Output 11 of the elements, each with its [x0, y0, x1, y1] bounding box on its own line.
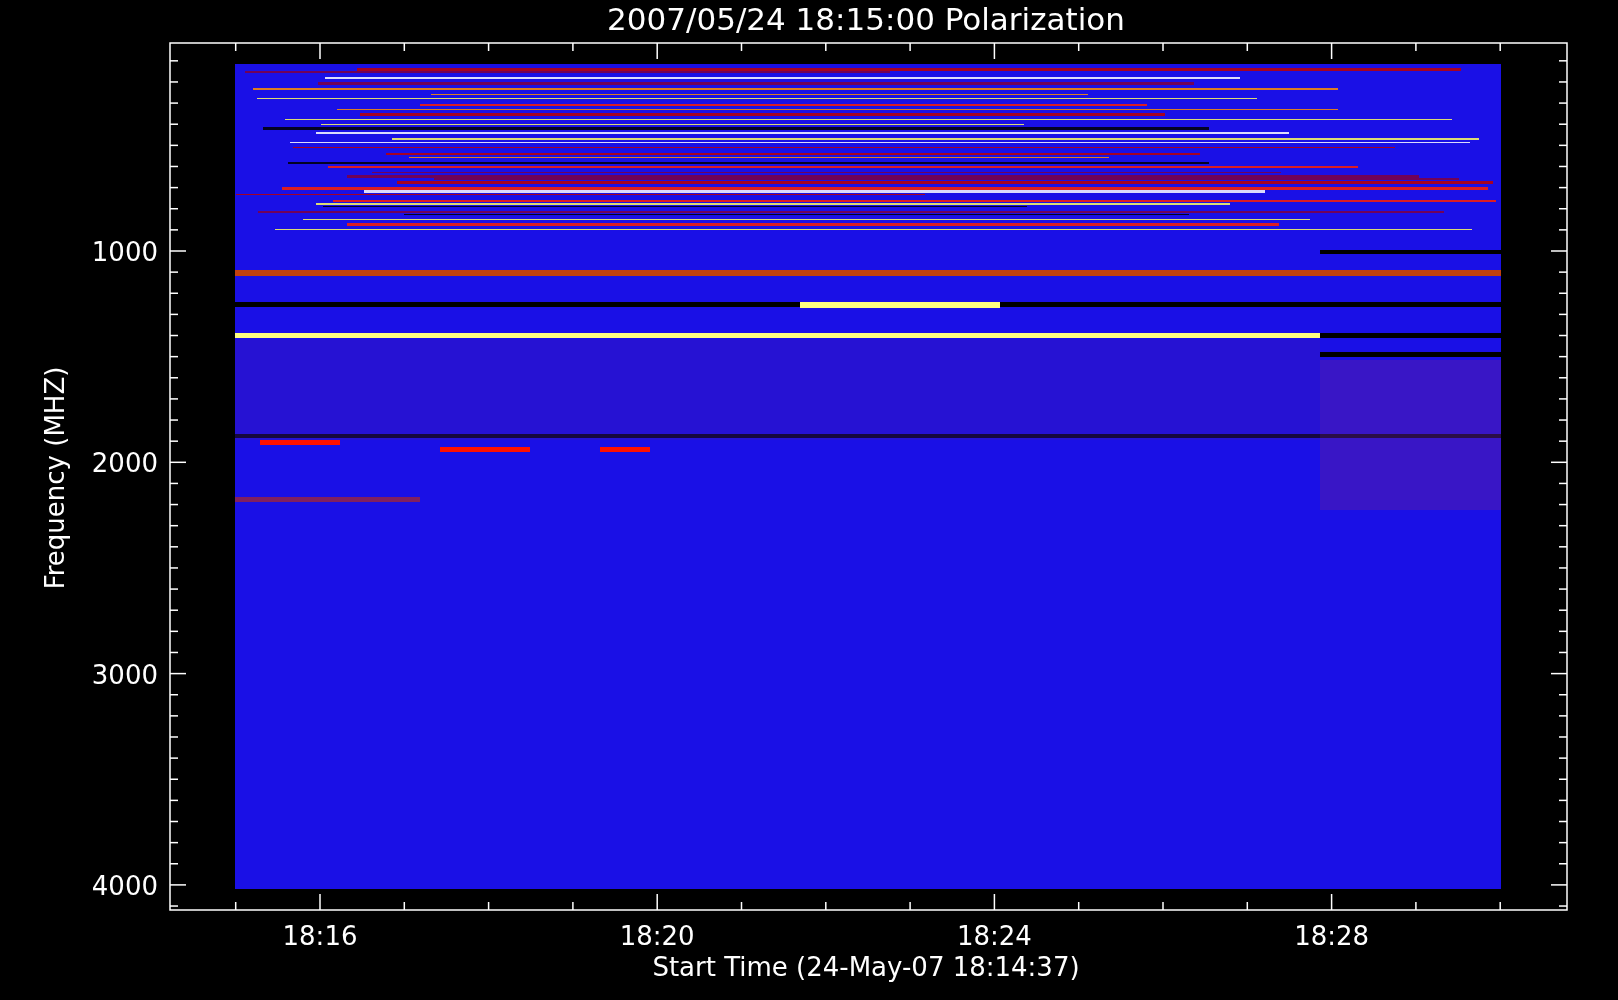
x-tick-label: 18:28	[1294, 921, 1370, 951]
x-tick-label: 18:24	[956, 921, 1032, 951]
x-axis-label: Start Time (24-May-07 18:14:37)	[652, 952, 1080, 982]
x-tick-label: 18:16	[282, 921, 358, 951]
y-tick-label: 3000	[91, 659, 158, 690]
y-tick-label: 2000	[91, 448, 158, 479]
chart-title: 2007/05/24 18:15:00 Polarization	[607, 1, 1125, 37]
y-tick-label: 1000	[91, 237, 158, 267]
y-tick-label: 4000	[91, 870, 158, 901]
y-axis-label: Frequency (MHZ)	[40, 366, 70, 590]
x-tick-label: 18:20	[619, 921, 695, 951]
